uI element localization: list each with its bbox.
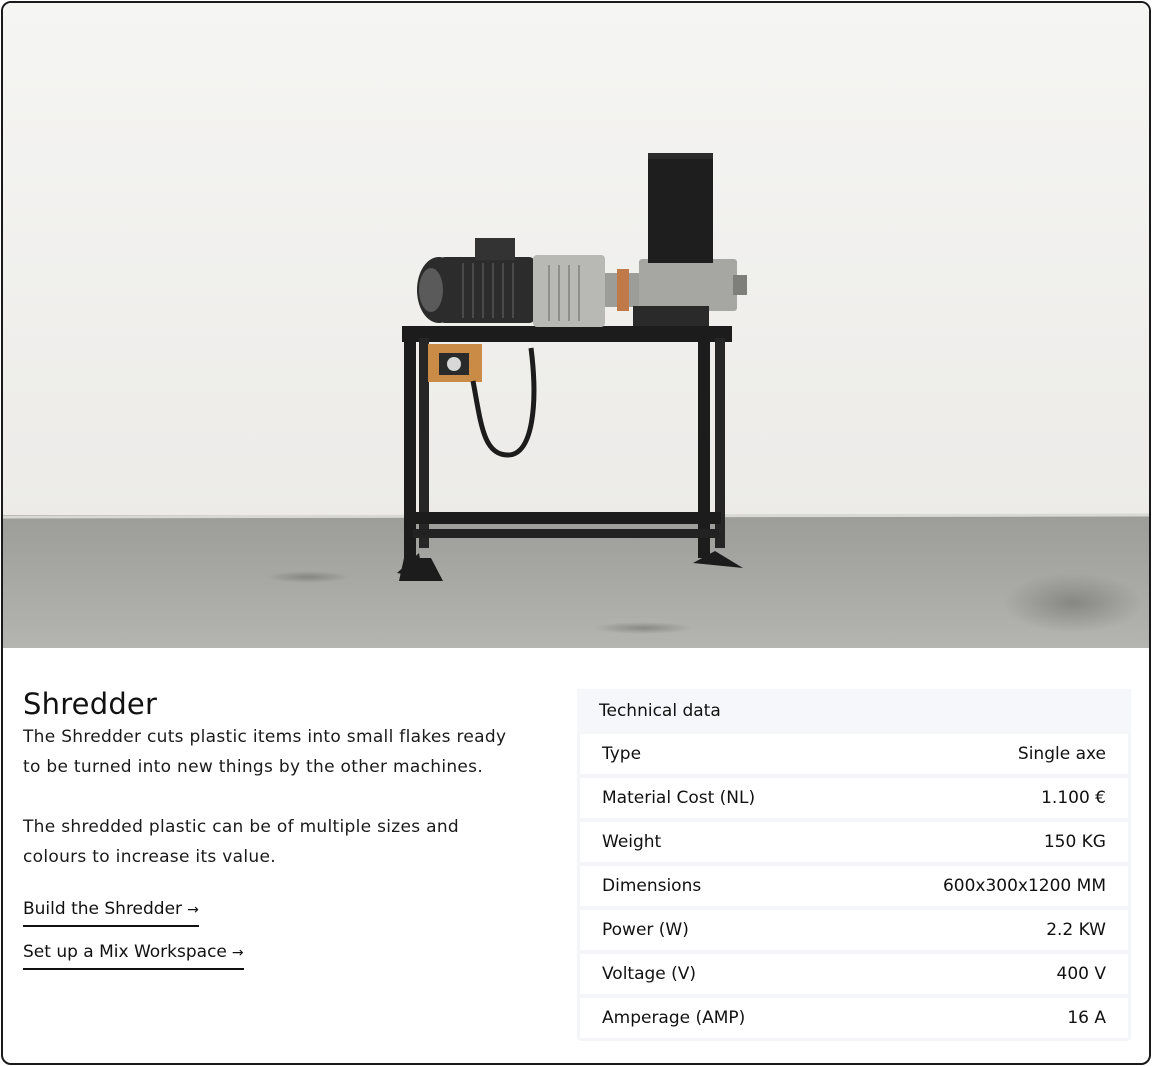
spec-row-amperage: Amperage (AMP) 16 A [580,998,1128,1038]
spec-label: Power (W) [602,920,689,940]
arrow-right-icon: → [231,945,244,961]
shredder-machine-image [3,3,1149,648]
spec-value: 2.2 KW [1046,920,1106,940]
spec-label: Weight [602,832,662,852]
product-info: Shredder The Shredder cuts plastic items… [23,686,523,983]
product-title: Shredder [23,687,158,721]
technical-data-table: Technical data Type Single axe Material … [577,689,1131,1041]
arrow-right-icon: → [187,902,199,918]
build-shredder-link[interactable]: Build the Shredder → [23,897,199,927]
spec-row-weight: Weight 150 KG [580,822,1128,862]
spec-value: 400 V [1056,964,1106,984]
product-card: Shredder The Shredder cuts plastic items… [1,1,1151,1065]
spec-label: Dimensions [602,876,702,896]
spec-value: 16 A [1067,1008,1106,1028]
product-links: Build the Shredder → Set up a Mix Workspa… [23,897,523,983]
product-description-2: The shredded plastic can be of multiple … [23,817,460,867]
build-shredder-label: Build the Shredder [23,899,183,919]
shredder-photo [3,3,1149,648]
spec-label: Voltage (V) [602,964,697,984]
spec-value: Single axe [1017,744,1106,764]
spec-label: Amperage (AMP) [602,1008,746,1028]
spec-value: 600x300x1200 MM [942,876,1106,896]
spec-label: Material Cost (NL) [602,788,756,808]
spec-label: Type [602,744,642,764]
spec-row-material-cost: Material Cost (NL) 1.100 € [580,778,1128,818]
spec-row-voltage: Voltage (V) 400 V [580,954,1128,994]
mix-workspace-label: Set up a Mix Workspace [23,942,227,962]
technical-data-heading: Technical data [577,689,1131,734]
spec-value: 150 KG [1043,832,1106,852]
mix-workspace-link[interactable]: Set up a Mix Workspace → [23,940,244,970]
spec-row-power: Power (W) 2.2 KW [580,910,1128,950]
spec-row-type: Type Single axe [580,734,1128,774]
product-description-1: The Shredder cuts plastic items into sma… [23,727,507,777]
spec-row-dimensions: Dimensions 600x300x1200 MM [580,866,1128,906]
spec-value: 1.100 € [1041,788,1106,808]
